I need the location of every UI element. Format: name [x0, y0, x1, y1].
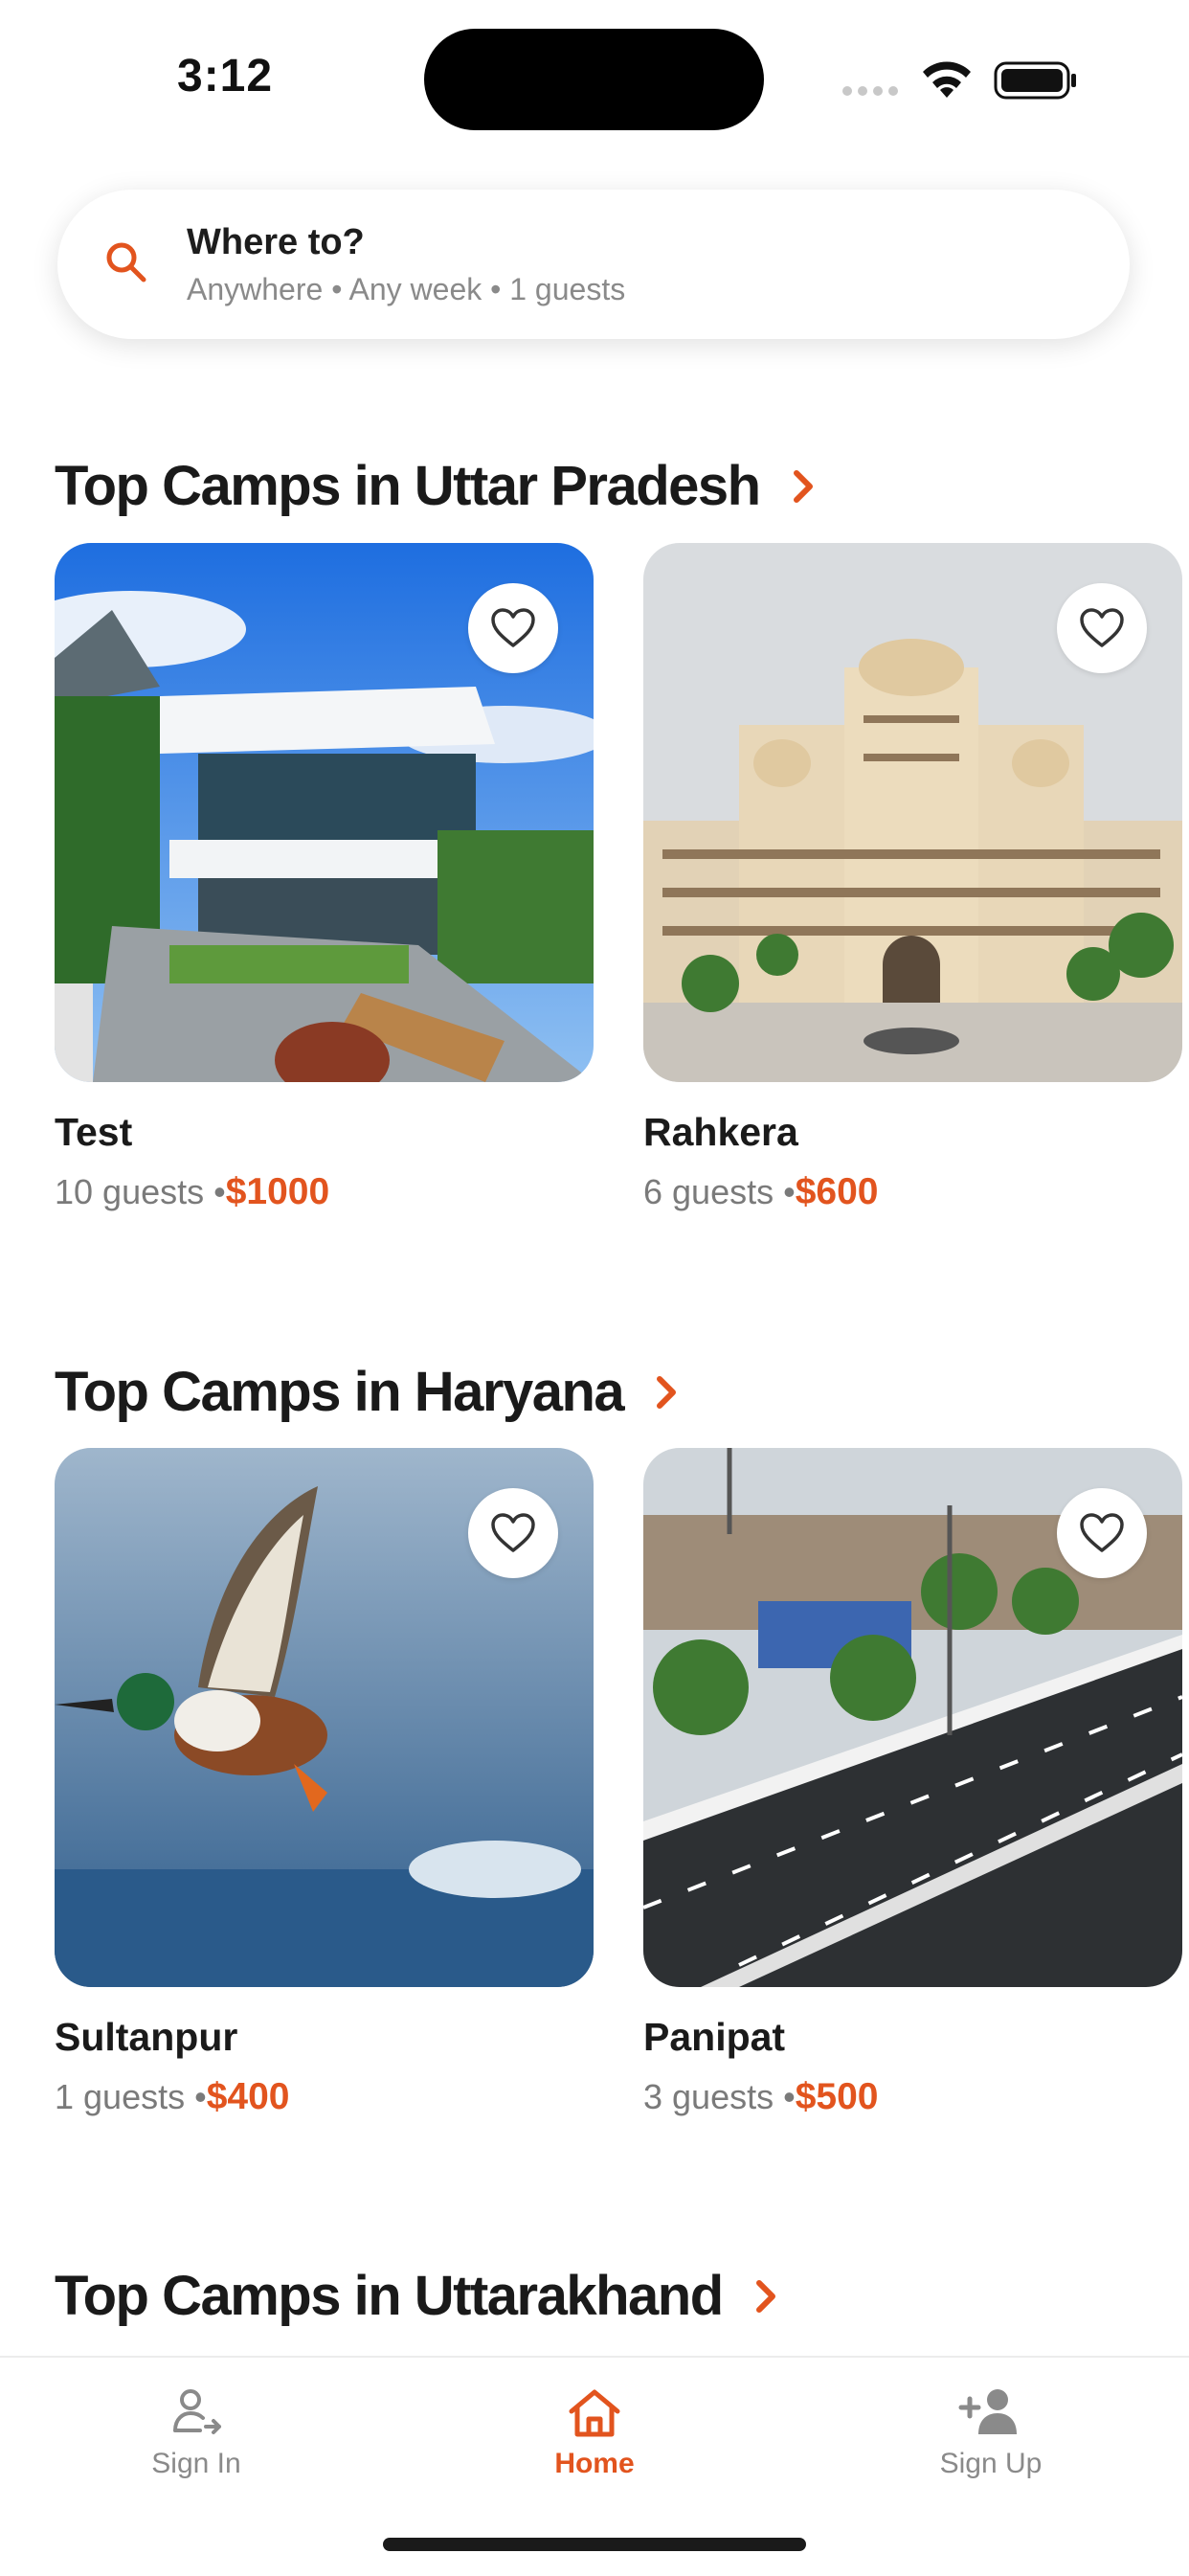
- add-user-icon: [958, 2389, 1017, 2434]
- chevron-right-icon[interactable]: [646, 1371, 688, 1413]
- status-time: 3:12: [177, 51, 274, 102]
- heart-icon: [491, 608, 535, 647]
- tab-sign-up[interactable]: Sign Up: [895, 2386, 1087, 2480]
- camp-meta: 1 guests •$400: [55, 2076, 289, 2118]
- cellular-signal-icon: [842, 86, 898, 96]
- section-title-uttar-pradesh[interactable]: Top Camps in Uttar Pradesh: [55, 454, 825, 518]
- section-title-uttarakhand[interactable]: Top Camps in Uttarakhand: [55, 2264, 788, 2328]
- camp-price: $500: [795, 2076, 879, 2117]
- section-title-haryana[interactable]: Top Camps in Haryana: [55, 1360, 688, 1424]
- section-title-text: Top Camps in Haryana: [55, 1361, 625, 1423]
- home-indicator[interactable]: [383, 2538, 806, 2551]
- camp-price: $400: [206, 2076, 290, 2117]
- camp-name: Panipat: [643, 2015, 786, 2059]
- camp-guests: 1 guests •: [55, 2077, 207, 2116]
- chevron-right-icon[interactable]: [746, 2275, 788, 2317]
- camp-price: $1000: [225, 1171, 330, 1212]
- favorite-button[interactable]: [1057, 583, 1147, 673]
- status-bar: 3:12: [0, 0, 1189, 144]
- home-icon: [569, 2389, 620, 2437]
- section-title-text: Top Camps in Uttarakhand: [55, 2265, 724, 2327]
- camp-name: Test: [55, 1110, 133, 1154]
- favorite-button[interactable]: [468, 1488, 558, 1578]
- wifi-icon: [923, 61, 971, 98]
- camp-name: Rahkera: [643, 1110, 798, 1154]
- camp-meta: 3 guests •$500: [643, 2076, 878, 2118]
- camp-guests: 3 guests •: [643, 2077, 796, 2116]
- search-title: Where to?: [187, 222, 365, 262]
- camp-name: Sultanpur: [55, 2015, 238, 2059]
- favorite-button[interactable]: [1057, 1488, 1147, 1578]
- camp-guests: 6 guests •: [643, 1172, 796, 1211]
- tab-label: Sign Up: [939, 2448, 1043, 2479]
- camp-guests: 10 guests •: [55, 1172, 226, 1211]
- camp-meta: 6 guests •$600: [643, 1171, 878, 1213]
- section-title-text: Top Camps in Uttar Pradesh: [55, 455, 761, 517]
- camp-price: $600: [795, 1171, 879, 1212]
- tab-home[interactable]: Home: [499, 2386, 690, 2480]
- dynamic-island: [424, 29, 764, 130]
- favorite-button[interactable]: [468, 583, 558, 673]
- sign-in-icon: [173, 2389, 221, 2434]
- search-bar[interactable]: Where to? Anywhere • Any week • 1 guests: [57, 190, 1130, 339]
- heart-icon: [1080, 1513, 1124, 1552]
- heart-icon: [491, 1513, 535, 1552]
- search-subtitle: Anywhere • Any week • 1 guests: [187, 272, 626, 306]
- camp-meta: 10 guests •$1000: [55, 1171, 329, 1213]
- tab-sign-in[interactable]: Sign In: [101, 2386, 292, 2480]
- tab-label: Home: [554, 2448, 635, 2479]
- battery-icon: [994, 61, 1076, 100]
- search-icon: [106, 242, 146, 282]
- tab-label: Sign In: [151, 2448, 241, 2479]
- heart-icon: [1080, 608, 1124, 647]
- chevron-right-icon[interactable]: [783, 465, 825, 508]
